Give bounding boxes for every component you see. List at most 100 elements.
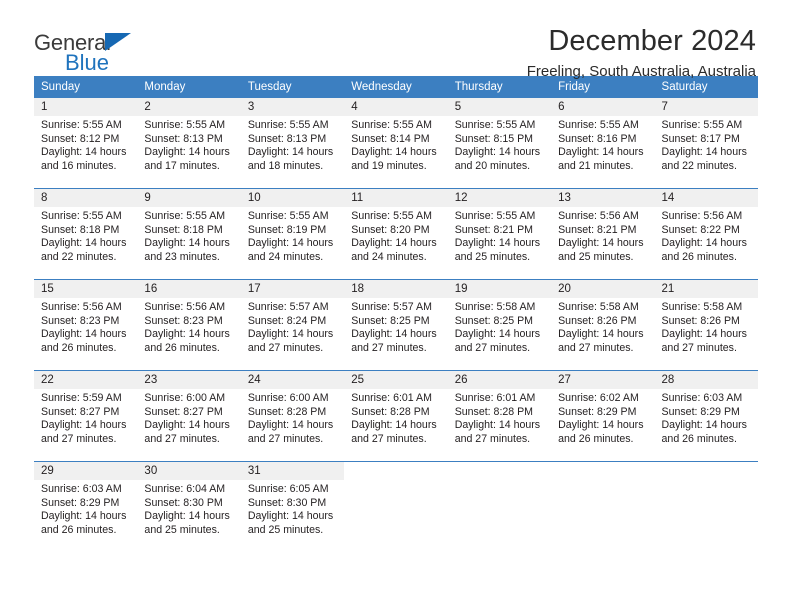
calendar-day-cell[interactable]: 9 Sunrise: 5:55 AM Sunset: 8:18 PM Daylight… <box>137 188 241 280</box>
daylight-text-line1: Daylight: 14 hours <box>454 146 541 159</box>
sunset-text: Sunset: 8:18 PM <box>144 223 223 236</box>
day-cell-inner: 2 Sunrise: 5:55 AM Sunset: 8:13 PM Daylight… <box>137 98 241 188</box>
calendar-day-cell[interactable]: 26 Sunrise: 6:01 AM Sunset: 8:28 PM Dayligh… <box>447 370 552 462</box>
day-cell-inner <box>655 462 758 552</box>
daylight-text-line2: and 24 minutes. <box>351 250 427 263</box>
day-cell-inner: 14 Sunrise: 5:56 AM Sunset: 8:22 PM Dayligh… <box>654 189 758 279</box>
day-number: 4 <box>344 98 448 116</box>
sunrise-text: Sunrise: 6:00 AM <box>247 392 329 404</box>
calendar-day-cell[interactable]: 31 Sunrise: 6:05 AM Sunset: 8:30 PM Dayligh… <box>240 461 345 552</box>
calendar-day-cell[interactable]: 5 Sunrise: 5:55 AM Sunset: 8:15 PM Daylight… <box>447 98 552 189</box>
calendar-day-cell[interactable]: 28 Sunrise: 6:03 AM Sunset: 8:29 PM Dayligh… <box>654 370 758 462</box>
daylight-text-line2: and 27 minutes. <box>247 341 324 354</box>
calendar-day-cell[interactable]: 10 Sunrise: 5:55 AM Sunset: 8:19 PM Dayligh… <box>240 188 345 280</box>
day-cell-details: Sunrise: 6:03 AM Sunset: 8:29 PM Daylight:… <box>655 389 758 446</box>
calendar-day-cell[interactable]: 25 Sunrise: 6:01 AM Sunset: 8:28 PM Dayligh… <box>344 370 448 462</box>
sunrise-text: Sunrise: 6:03 AM <box>661 392 743 404</box>
day-cell-inner: 10 Sunrise: 5:55 AM Sunset: 8:19 PM Dayligh… <box>240 189 345 279</box>
calendar-day-cell[interactable]: 24 Sunrise: 6:00 AM Sunset: 8:28 PM Dayligh… <box>240 370 345 462</box>
daylight-text-line1: Daylight: 14 hours <box>661 237 747 250</box>
sunrise-text: Sunrise: 5:59 AM <box>41 392 122 404</box>
calendar-day-cell[interactable]: 15 Sunrise: 5:56 AM Sunset: 8:23 PM Dayligh… <box>34 279 138 371</box>
daylight-text-line2: and 21 minutes. <box>558 159 634 172</box>
daylight-text-line1: Daylight: 14 hours <box>247 237 334 250</box>
calendar-day-cell[interactable]: 4 Sunrise: 5:55 AM Sunset: 8:14 PM Daylight… <box>344 98 448 189</box>
sunrise-text: Sunrise: 5:55 AM <box>558 119 639 131</box>
calendar-day-cell[interactable]: 3 Sunrise: 5:55 AM Sunset: 8:13 PM Daylight… <box>240 98 345 189</box>
sunrise-text: Sunrise: 5:55 AM <box>454 119 536 131</box>
daylight-text-line1: Daylight: 14 hours <box>247 146 334 159</box>
day-cell-inner: 6 Sunrise: 5:55 AM Sunset: 8:16 PM Daylight… <box>551 98 655 188</box>
sunrise-text: Sunrise: 5:55 AM <box>144 119 226 131</box>
sunrise-text: Sunrise: 5:55 AM <box>41 210 122 222</box>
calendar-day-cell[interactable]: 23 Sunrise: 6:00 AM Sunset: 8:27 PM Dayligh… <box>137 370 241 462</box>
day-cell-details: Sunrise: 5:56 AM Sunset: 8:22 PM Daylight:… <box>655 207 758 264</box>
general-blue-logo[interactable]: General Blue <box>34 30 174 78</box>
daylight-text-line1: Daylight: 14 hours <box>144 146 230 159</box>
day-cell-details <box>344 480 447 483</box>
daylight-text-line2: and 25 minutes. <box>454 250 531 263</box>
calendar-day-cell[interactable]: 22 Sunrise: 5:59 AM Sunset: 8:27 PM Dayligh… <box>34 370 138 462</box>
day-number: 19 <box>447 280 552 298</box>
calendar-day-cell[interactable]: 13 Sunrise: 5:56 AM Sunset: 8:21 PM Dayligh… <box>551 188 655 280</box>
sunset-text: Sunset: 8:13 PM <box>247 132 327 145</box>
day-cell-inner: 12 Sunrise: 5:55 AM Sunset: 8:21 PM Dayligh… <box>447 189 552 279</box>
weekday-header-monday: Monday <box>137 76 241 98</box>
daylight-text-line1: Daylight: 14 hours <box>247 328 334 341</box>
day-cell-details: Sunrise: 5:55 AM Sunset: 8:21 PM Daylight:… <box>448 207 551 264</box>
daylight-text-line1: Daylight: 14 hours <box>41 328 127 341</box>
daylight-text-line2: and 26 minutes. <box>41 523 117 536</box>
calendar-day-cell[interactable]: 11 Sunrise: 5:55 AM Sunset: 8:20 PM Dayligh… <box>344 188 448 280</box>
daylight-text-line1: Daylight: 14 hours <box>41 146 127 159</box>
calendar-week-row: 15 Sunrise: 5:56 AM Sunset: 8:23 PM Dayligh… <box>34 279 758 371</box>
calendar-day-cell[interactable]: 2 Sunrise: 5:55 AM Sunset: 8:13 PM Daylight… <box>137 98 241 189</box>
day-cell-inner: 24 Sunrise: 6:00 AM Sunset: 8:28 PM Dayligh… <box>240 371 345 461</box>
sunset-text: Sunset: 8:20 PM <box>351 223 430 236</box>
day-number: 20 <box>551 280 655 298</box>
daylight-text-line2: and 27 minutes. <box>247 432 324 445</box>
day-cell-inner: 28 Sunrise: 6:03 AM Sunset: 8:29 PM Dayligh… <box>654 371 758 461</box>
day-cell-details: Sunrise: 5:55 AM Sunset: 8:18 PM Daylight:… <box>137 207 240 264</box>
calendar-day-cell[interactable]: 27 Sunrise: 6:02 AM Sunset: 8:29 PM Dayligh… <box>551 370 655 462</box>
calendar-day-cell[interactable]: 14 Sunrise: 5:56 AM Sunset: 8:22 PM Dayligh… <box>654 188 758 280</box>
day-cell-inner: 27 Sunrise: 6:02 AM Sunset: 8:29 PM Dayligh… <box>551 371 655 461</box>
calendar-day-cell[interactable]: 19 Sunrise: 5:58 AM Sunset: 8:25 PM Dayligh… <box>447 279 552 371</box>
calendar-day-cell[interactable]: 17 Sunrise: 5:57 AM Sunset: 8:24 PM Dayligh… <box>240 279 345 371</box>
calendar-day-cell[interactable]: 8 Sunrise: 5:55 AM Sunset: 8:18 PM Daylight… <box>34 188 138 280</box>
calendar-day-cell[interactable]: 30 Sunrise: 6:04 AM Sunset: 8:30 PM Dayligh… <box>137 461 241 552</box>
calendar-empty-cell <box>654 461 758 552</box>
sunrise-text: Sunrise: 5:56 AM <box>41 301 122 313</box>
day-number: 8 <box>34 189 138 207</box>
sunrise-text: Sunrise: 5:58 AM <box>558 301 639 313</box>
calendar-empty-cell <box>344 461 448 552</box>
calendar-day-cell[interactable]: 18 Sunrise: 5:57 AM Sunset: 8:25 PM Dayligh… <box>344 279 448 371</box>
day-cell-details: Sunrise: 5:58 AM Sunset: 8:25 PM Daylight:… <box>448 298 551 355</box>
daylight-text-line2: and 25 minutes. <box>558 250 634 263</box>
calendar-day-cell[interactable]: 29 Sunrise: 6:03 AM Sunset: 8:29 PM Dayligh… <box>34 461 138 552</box>
day-number <box>448 462 551 480</box>
calendar-day-cell[interactable]: 1 Sunrise: 5:55 AM Sunset: 8:12 PM Daylight… <box>34 98 138 189</box>
calendar-day-cell[interactable]: 12 Sunrise: 5:55 AM Sunset: 8:21 PM Dayligh… <box>447 188 552 280</box>
day-cell-inner: 13 Sunrise: 5:56 AM Sunset: 8:21 PM Dayligh… <box>551 189 655 279</box>
day-number: 15 <box>34 280 138 298</box>
day-cell-details: Sunrise: 5:55 AM Sunset: 8:12 PM Daylight:… <box>34 116 137 173</box>
day-number: 28 <box>654 371 758 389</box>
day-cell-inner: 31 Sunrise: 6:05 AM Sunset: 8:30 PM Dayligh… <box>240 462 345 552</box>
day-cell-details: Sunrise: 6:00 AM Sunset: 8:28 PM Daylight:… <box>241 389 344 446</box>
daylight-text-line1: Daylight: 14 hours <box>41 419 127 432</box>
day-cell-details: Sunrise: 5:56 AM Sunset: 8:23 PM Daylight:… <box>34 298 137 355</box>
sunset-text: Sunset: 8:28 PM <box>247 405 327 418</box>
sunset-text: Sunset: 8:29 PM <box>41 496 120 509</box>
calendar-day-cell[interactable]: 7 Sunrise: 5:55 AM Sunset: 8:17 PM Daylight… <box>654 98 758 189</box>
calendar-day-cell[interactable]: 6 Sunrise: 5:55 AM Sunset: 8:16 PM Daylight… <box>551 98 655 189</box>
day-cell-details: Sunrise: 5:55 AM Sunset: 8:15 PM Daylight:… <box>448 116 551 173</box>
daylight-text-line2: and 24 minutes. <box>247 250 324 263</box>
calendar-day-cell[interactable]: 21 Sunrise: 5:58 AM Sunset: 8:26 PM Dayligh… <box>654 279 758 371</box>
day-cell-inner: 22 Sunrise: 5:59 AM Sunset: 8:27 PM Dayligh… <box>34 371 138 461</box>
calendar-day-cell[interactable]: 20 Sunrise: 5:58 AM Sunset: 8:26 PM Dayligh… <box>551 279 655 371</box>
calendar-day-cell[interactable]: 16 Sunrise: 5:56 AM Sunset: 8:23 PM Dayligh… <box>137 279 241 371</box>
sunrise-text: Sunrise: 5:56 AM <box>144 301 226 313</box>
day-cell-inner: 7 Sunrise: 5:55 AM Sunset: 8:17 PM Daylight… <box>654 98 758 188</box>
day-cell-details: Sunrise: 5:55 AM Sunset: 8:16 PM Daylight:… <box>551 116 654 173</box>
day-number <box>655 462 758 480</box>
